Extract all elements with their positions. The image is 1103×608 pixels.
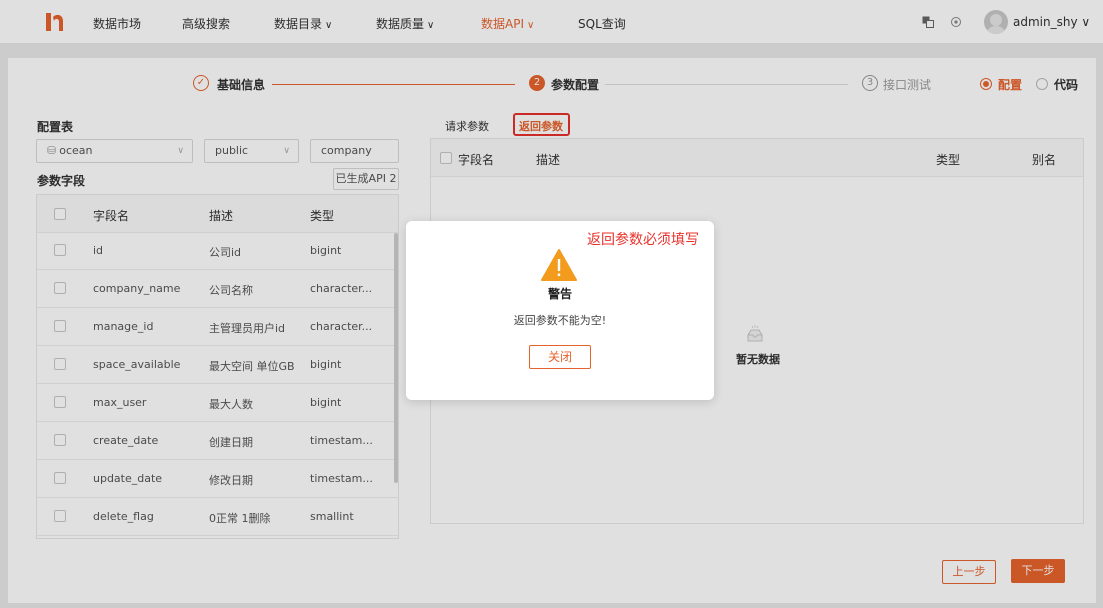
annotation-text: 返回参数必须填写 — [587, 232, 699, 248]
close-button[interactable]: 关闭 — [529, 345, 591, 369]
dialog-message: 返回参数不能为空! — [513, 314, 607, 327]
dialog-title: 警告 — [547, 287, 572, 301]
warning-icon — [541, 249, 577, 281]
warning-dialog: 返回参数必须填写 警告 返回参数不能为空! 关闭 — [406, 221, 714, 400]
